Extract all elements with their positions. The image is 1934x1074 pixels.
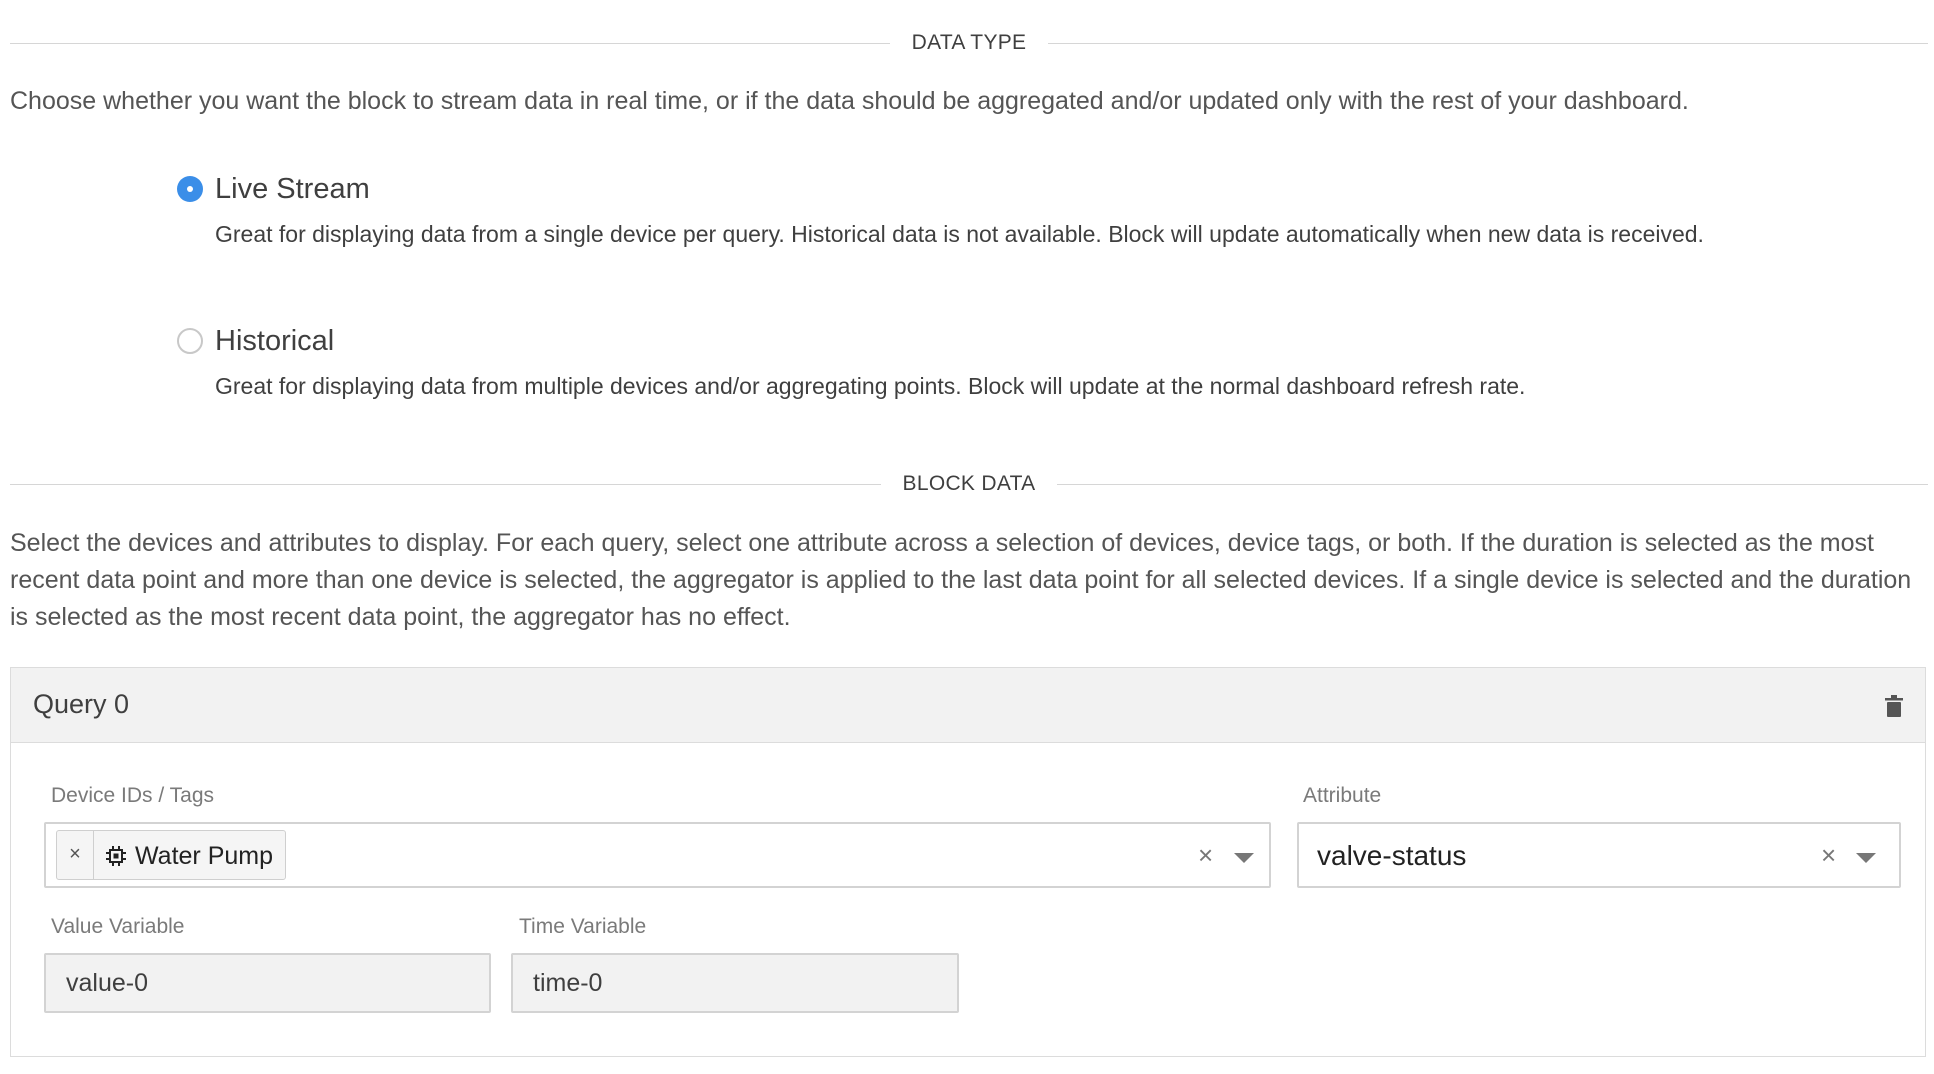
historical-label[interactable]: Historical	[215, 324, 334, 358]
chip-icon	[106, 846, 126, 866]
query-header: Query 0	[11, 668, 1925, 743]
value-variable-input[interactable]	[44, 953, 491, 1013]
option-live-stream[interactable]: Live Stream Great for displaying data fr…	[177, 172, 1737, 292]
trash-icon[interactable]	[1885, 695, 1903, 717]
chevron-down-icon[interactable]	[1234, 853, 1254, 863]
data-type-section-title: DATA TYPE	[889, 31, 1049, 54]
remove-tag-button[interactable]: ×	[57, 831, 94, 879]
chevron-down-icon[interactable]	[1856, 853, 1876, 863]
time-variable-input[interactable]	[511, 953, 959, 1013]
historical-radio[interactable]	[177, 328, 203, 354]
block-data-divider: BLOCK DATA	[10, 472, 1928, 495]
device-tag: × Water Pump	[56, 830, 286, 880]
clear-attribute-icon[interactable]: ×	[1821, 840, 1836, 870]
data-type-intro: Choose whether you want the block to str…	[10, 87, 1689, 115]
historical-description: Great for displaying data from multiple …	[215, 373, 1526, 399]
clear-devices-icon[interactable]: ×	[1198, 840, 1213, 870]
query-title: Query 0	[33, 689, 130, 719]
query-panel: Query 0 Device IDs / Tags × Water Pump ×…	[10, 667, 1926, 1057]
live-stream-description: Great for displaying data from a single …	[215, 221, 1704, 247]
attribute-label: Attribute	[1303, 784, 1382, 807]
live-stream-radio[interactable]	[177, 176, 203, 202]
data-type-divider: DATA TYPE	[10, 31, 1928, 54]
device-ids-select[interactable]: × Water Pump ×	[44, 822, 1271, 888]
time-variable-label: Time Variable	[519, 915, 647, 938]
value-variable-label: Value Variable	[51, 915, 185, 938]
option-historical[interactable]: Historical Great for displaying data fro…	[177, 324, 1737, 414]
attribute-select[interactable]: valve-status ×	[1297, 822, 1901, 888]
device-tag-label: Water Pump	[135, 842, 274, 870]
block-editor-page: DATA TYPE Choose whether you want the bl…	[0, 0, 1934, 1074]
device-ids-label: Device IDs / Tags	[51, 784, 215, 807]
block-data-section-title: BLOCK DATA	[880, 472, 1058, 495]
live-stream-label[interactable]: Live Stream	[215, 172, 370, 206]
attribute-value: valve-status	[1317, 840, 1467, 871]
block-data-intro: Select the devices and attributes to dis…	[10, 529, 1912, 631]
